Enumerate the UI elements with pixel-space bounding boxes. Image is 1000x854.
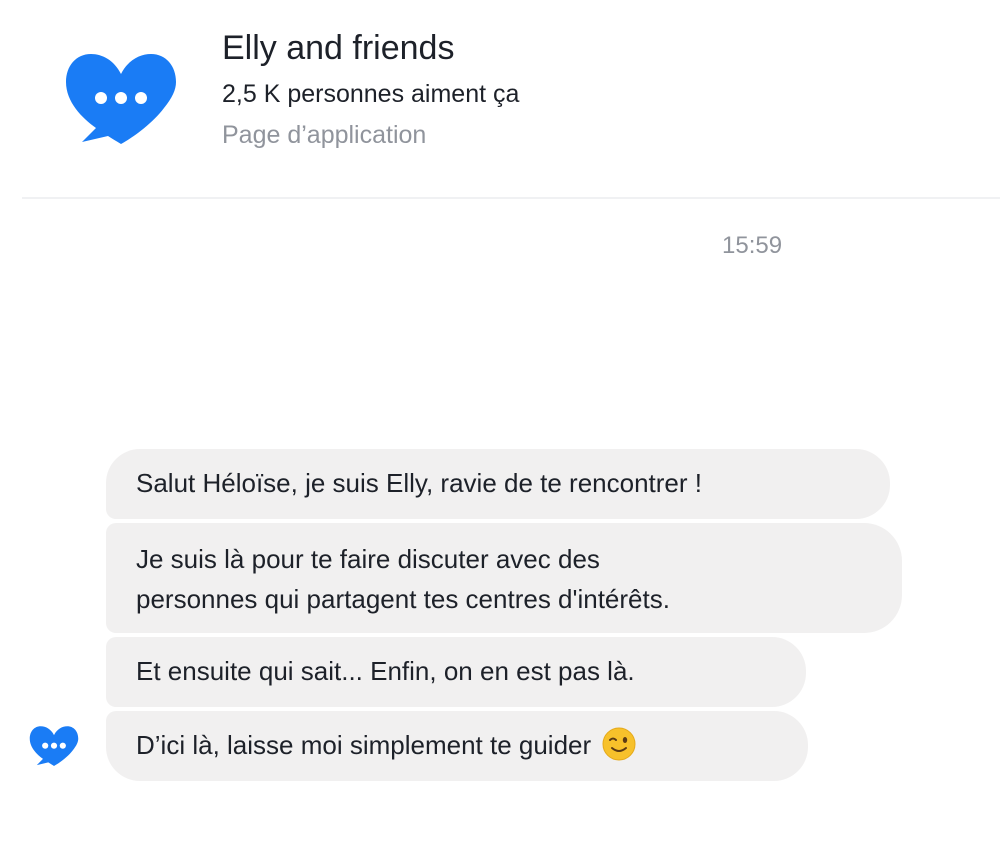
page-title[interactable]: Elly and friends [222, 28, 454, 68]
message-text: D’ici là, laisse moi simplement te guide… [136, 730, 592, 760]
likes-count: 2,5 K personnes aiment ça [222, 80, 520, 108]
header-divider [22, 197, 1000, 199]
message-bubble[interactable]: Et ensuite qui sait... Enfin, on en est … [106, 637, 806, 707]
sender-avatar-icon[interactable] [28, 724, 80, 770]
winking-face-emoji [602, 727, 636, 761]
message-bubble[interactable]: D’ici là, laisse moi simplement te guide… [106, 711, 808, 781]
page-header: Elly and friends 2,5 K personnes aiment … [0, 0, 1000, 198]
message-timestamp: 15:59 [722, 232, 783, 259]
page-category: Page d’application [222, 121, 427, 149]
message-bubble[interactable]: Je suis là pour te faire discuter avec d… [106, 523, 902, 633]
heart-chat-icon[interactable] [62, 50, 180, 152]
message-text-line: Je suis là pour te faire discuter avec d… [136, 544, 600, 574]
message-bubble[interactable]: Salut Héloïse, je suis Elly, ravie de te… [106, 449, 890, 519]
message-text: Salut Héloïse, je suis Elly, ravie de te… [136, 468, 702, 498]
message-text-line: personnes qui partagent tes centres d'in… [136, 584, 670, 614]
message-text: Et ensuite qui sait... Enfin, on en est … [136, 656, 635, 686]
